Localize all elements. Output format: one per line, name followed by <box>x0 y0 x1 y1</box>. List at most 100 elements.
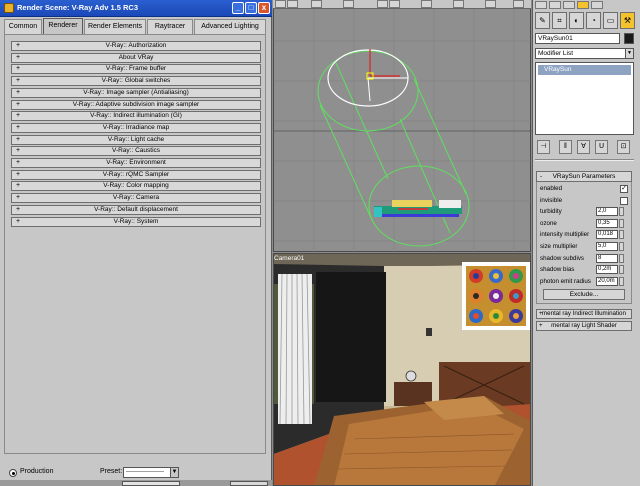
close-button[interactable]: x <box>258 2 270 14</box>
toolbar-button-1[interactable] <box>275 0 286 8</box>
maximize-button[interactable]: □ <box>245 2 257 14</box>
toolbar-button-8[interactable] <box>453 0 464 8</box>
rollout-header[interactable]: + V-Ray:: Indirect illumination (GI) <box>11 111 261 122</box>
rollout-header[interactable]: + V-Ray:: System <box>11 216 261 227</box>
param-value-field[interactable]: 2,0 <box>596 207 618 217</box>
toolbar-button-7[interactable] <box>421 0 432 8</box>
exclude-button[interactable]: Exclude... <box>543 289 625 300</box>
toolbar-chip-3[interactable] <box>563 1 575 9</box>
abstract-painting <box>462 262 530 330</box>
toolbar-chip-4[interactable] <box>577 1 589 9</box>
param-label: turbidity <box>540 208 562 216</box>
rollout-header[interactable]: + V-Ray:: rQMC Sampler <box>11 169 261 180</box>
param-value-field[interactable]: 5,0 <box>596 242 618 251</box>
toolbar-button-10[interactable] <box>513 0 524 8</box>
display-tab-icon[interactable]: ▭ <box>603 12 618 29</box>
param-value-field[interactable]: 0,2m <box>596 265 618 275</box>
production-radio[interactable] <box>9 469 17 477</box>
expand-icon: + <box>16 112 21 120</box>
tab-raytracer[interactable]: Raytracer <box>147 19 193 34</box>
motion-tab-icon[interactable]: ◔ <box>586 12 601 29</box>
expand-icon: + <box>16 65 21 73</box>
param-label: shadow bias <box>540 266 575 274</box>
rollout-header[interactable]: + V-Ray:: Caustics <box>11 146 261 157</box>
toolbar-button-3[interactable] <box>311 0 322 8</box>
toolbar-chip-5[interactable] <box>591 1 603 9</box>
rollout-header[interactable]: + V-Ray:: Environment <box>11 158 261 168</box>
make-unique-icon[interactable]: ∀ <box>577 140 590 154</box>
param-value-field[interactable]: 8 <box>596 253 618 263</box>
param-label: ozone <box>540 219 557 227</box>
toolbar-button-4[interactable] <box>343 0 354 8</box>
object-color-swatch[interactable] <box>624 33 634 44</box>
toolbar-button-9[interactable] <box>485 0 496 8</box>
object-name-field[interactable]: VRaySun01 <box>535 33 620 44</box>
hierarchy-tab-icon[interactable]: ◐ <box>569 12 584 29</box>
rollout-header[interactable]: + V-Ray:: Light cache <box>11 134 261 145</box>
modify-tab-icon[interactable]: ⌗ <box>552 12 567 29</box>
spinner-arrows-icon[interactable] <box>619 242 624 251</box>
chevron-down-icon[interactable]: ▼ <box>170 467 179 478</box>
tab-render-elements[interactable]: Render Elements <box>84 19 146 34</box>
param-value-field[interactable]: 0,018 <box>596 230 618 240</box>
rollout-header[interactable]: + V-Ray:: Adaptive subdivision image samp… <box>11 99 261 110</box>
rollout-label: V-Ray:: Frame buffer <box>105 65 167 73</box>
rollout-header[interactable]: + V-Ray:: Irradiance map <box>11 122 261 133</box>
minimize-button[interactable]: _ <box>232 2 244 14</box>
chevron-down-icon[interactable]: ▼ <box>625 48 634 59</box>
stack-item-vraysun[interactable]: VRaySun <box>538 65 631 75</box>
configure-sets-icon[interactable]: ⊡ <box>617 140 630 154</box>
expand-icon: + <box>16 182 21 190</box>
view-dropdown[interactable] <box>122 481 180 486</box>
tab-renderer[interactable]: Renderer <box>43 18 83 34</box>
rollout-header[interactable]: + V-Ray:: Frame buffer <box>11 64 261 75</box>
viewport-label[interactable]: Camera01 <box>274 255 304 262</box>
rollout-label: mental ray Light Shader <box>551 322 617 329</box>
expand-icon: + <box>16 135 21 143</box>
modifier-list-dropdown[interactable]: Modifier List <box>535 48 634 59</box>
rollout-header[interactable]: + V-Ray:: Image sampler (Antialiasing) <box>11 87 261 98</box>
spinner-arrows-icon[interactable] <box>619 265 624 275</box>
pin-stack-icon[interactable]: ⊣ <box>537 140 550 154</box>
expand-icon: + <box>16 147 21 155</box>
top-viewport[interactable] <box>273 0 532 253</box>
rollout-title: VRaySun Parameters <box>552 173 616 180</box>
main-toolbar-strip <box>533 0 639 10</box>
toolbar-chip-1[interactable] <box>535 1 547 9</box>
camera-viewport[interactable] <box>273 253 531 486</box>
toolbar-button-5[interactable] <box>377 0 388 8</box>
render-button[interactable] <box>230 481 268 486</box>
mental-ray-rollout[interactable]: + mental ray Light Shader <box>536 321 632 331</box>
spinner-arrows-icon[interactable] <box>619 253 624 263</box>
rollout-header[interactable]: + V-Ray:: Authorization <box>11 41 261 51</box>
rollout-header[interactable]: + V-Ray:: Color mapping <box>11 181 261 192</box>
rollout-label: V-Ray:: Caustics <box>111 147 161 155</box>
toolbar-chip-2[interactable] <box>549 1 561 9</box>
tab-advanced-lighting[interactable]: Advanced Lighting <box>194 19 266 34</box>
param-checkbox[interactable] <box>620 196 628 205</box>
param-checkbox[interactable]: ✓ <box>620 185 628 193</box>
rollout-label: V-Ray:: Authorization <box>105 42 167 49</box>
rollout-header[interactable]: + V-Ray:: Camera <box>11 193 261 204</box>
utilities-tab-icon[interactable]: ⚒ <box>620 12 635 29</box>
spinner-arrows-icon[interactable] <box>619 207 624 217</box>
toolbar-button-2[interactable] <box>287 0 298 8</box>
rollout-header[interactable]: + About VRay <box>11 52 261 63</box>
spinner-arrows-icon[interactable] <box>619 218 624 228</box>
rollout-header[interactable]: + V-Ray:: Global switches <box>11 76 261 87</box>
mental-ray-rollout[interactable]: + mental ray Indirect Illumination <box>536 309 632 319</box>
toolbar-button-6[interactable] <box>389 0 400 8</box>
param-value-field[interactable]: 0,35 <box>596 218 618 228</box>
create-tab-icon[interactable]: ✎ <box>535 12 550 29</box>
curtain-graphic <box>278 273 312 425</box>
rollout-label: V-Ray:: Camera <box>112 194 160 202</box>
spinner-arrows-icon[interactable] <box>619 276 624 286</box>
vraysun-parameters-rollout[interactable]: - VRaySun Parameters <box>536 171 632 182</box>
spinner-arrows-icon[interactable] <box>619 230 624 240</box>
show-end-result-icon[interactable]: ‖ <box>559 140 572 154</box>
rollout-label: V-Ray:: Irradiance map <box>102 123 170 131</box>
tab-common[interactable]: Common <box>4 19 42 34</box>
param-value-field[interactable]: 20,0m <box>596 276 618 286</box>
remove-modifier-icon[interactable]: ᑌ <box>595 140 608 154</box>
rollout-header[interactable]: + V-Ray:: Default displacement <box>11 204 261 215</box>
